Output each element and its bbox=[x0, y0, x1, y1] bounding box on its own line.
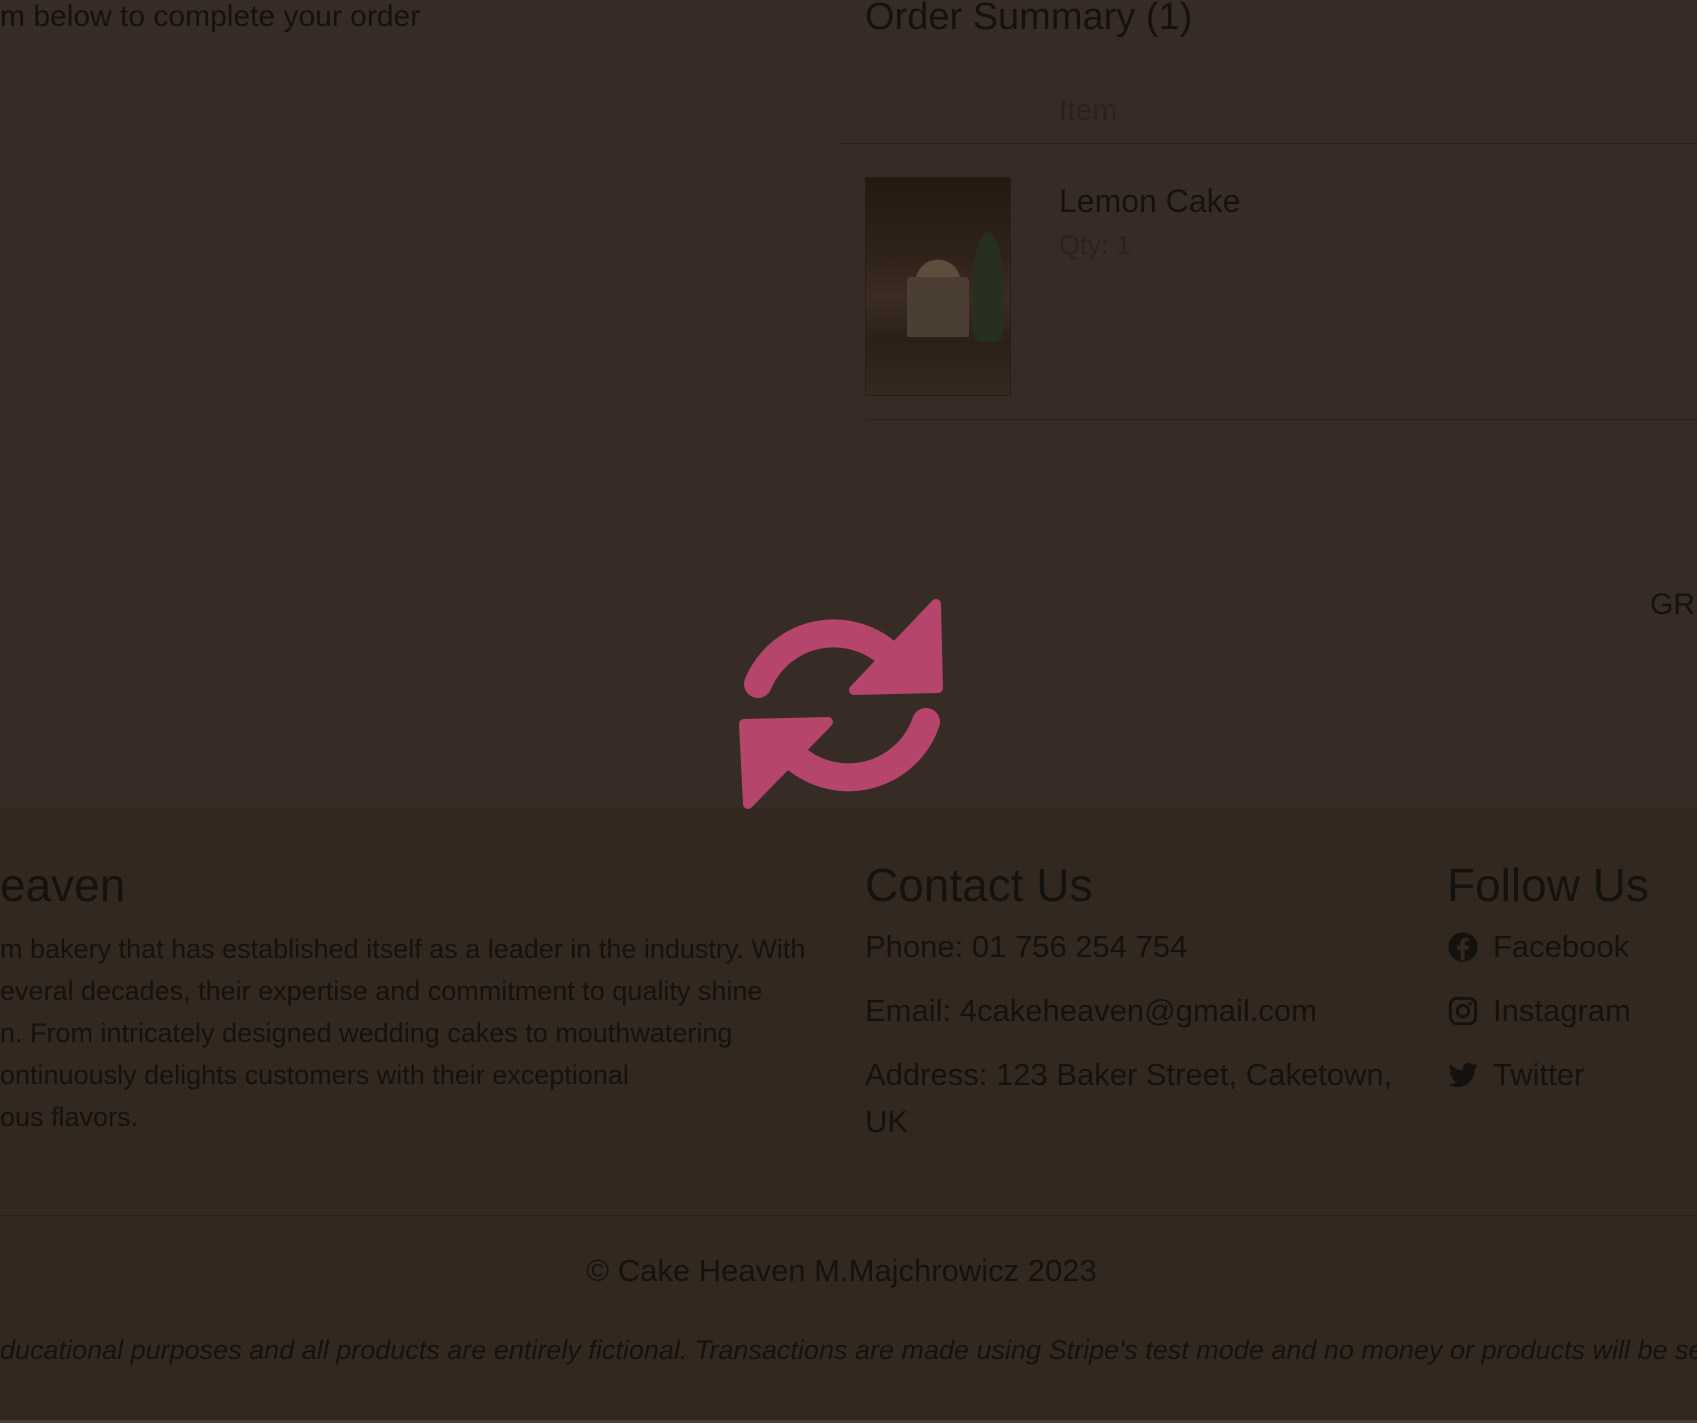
loading-overlay bbox=[0, 0, 1697, 1423]
sync-icon bbox=[739, 599, 943, 809]
checkout-page: m below to complete your order Order Sum… bbox=[0, 0, 1697, 1423]
